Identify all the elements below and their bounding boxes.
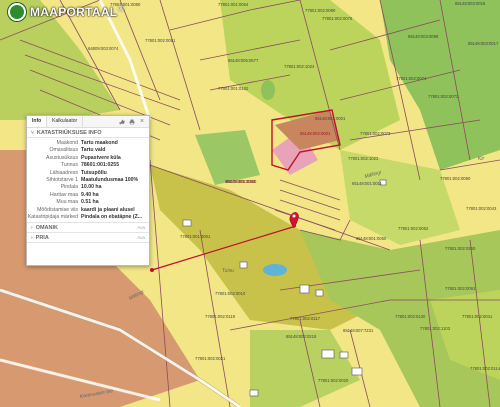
info-key: Haritav maa [50,191,78,198]
parcel-label: 77801:002:0090 [440,176,471,181]
parcel-label: 77801:001:0182 [218,86,249,91]
cadastral-info-panel: Info Kalkulaator × ˅ KATASTRIÜKSUSE INFO… [26,115,150,266]
info-value: Tartu vald [81,147,106,154]
parcel-label: 77801:002:0076 [322,16,353,21]
parcel-label: 77801:002:0021 [195,356,226,361]
info-value: Pupastvere küla [81,154,121,161]
close-icon[interactable]: × [139,118,145,125]
parcel-label: 77801:002:0074 [396,76,427,81]
parcel-label: 65148:007:7231 [343,328,374,333]
parcel-label: 65148:001:0050 [356,236,387,241]
info-key: Muu maa [56,199,78,206]
logo-globe-icon [8,3,26,21]
info-row: Muu maa 0.51 ha [27,199,149,206]
panel-tabs: Info Kalkulaator × [27,116,149,128]
parcel-label: 77801:002:0062 [398,226,429,231]
parcel-label: 77801:002:0091 [445,286,476,291]
parcel-label: 77801:002:0041 [462,314,493,319]
parcel-label: 64809:003:0074 [88,46,119,51]
like-icon[interactable] [119,119,125,125]
info-value: Pindala on ebatäpne (Z... [81,214,143,221]
panel-tools: × [119,118,149,125]
section-pria[interactable]: › PRIA Ava [27,233,149,244]
info-key: Lähiaadress [49,169,78,176]
section-title-owner: OMANIK [35,224,58,231]
parcel-label: 77801:002:0130 [395,314,426,319]
info-value: kaardi ja plaani alusel [81,206,135,213]
parcel-label: 65148:002:0218 [286,334,317,339]
info-value: Tuisupõllu [81,169,107,176]
print-icon[interactable] [129,119,135,125]
info-value: 78601:001:0255 [81,162,120,169]
section-title-pria: PRIA [35,234,49,241]
chevron-right-icon: › [31,234,33,241]
info-key: Maakond [56,140,78,146]
info-key: Tunnus [60,162,78,169]
info-key: Katastripidaja märked [27,214,78,221]
parcel-label: 77801:002:0010 [215,291,246,296]
chevron-right-icon: › [31,224,33,231]
info-row: Mõõdistamise viis kaardi ja plaani alusel [27,207,149,214]
section-title-cadastral: KATASTRIÜKSUSE INFO [36,129,102,136]
logo-registered-mark: ® [118,5,124,13]
logo-text: MAAPORTAAL [30,5,118,19]
section-owner[interactable]: › OMANIK Ava [27,222,149,234]
pond [263,264,287,276]
parcel-label: 77801:002:1023 [348,156,379,161]
parcel-label: 77801:002:0020 [318,378,349,383]
info-row: Asustusüksus Pupastvere küla [27,155,149,162]
parcel-label: 77801:002:0260 [445,246,476,251]
info-row: Tunnus 78601:001:0255 [27,162,149,169]
info-value: Maatulundusmaa 100% [81,177,139,184]
parcel-label: 77801:001:0064 [218,2,249,7]
info-key: Sihtotstarve 1 [46,177,78,184]
parcel-label: 77801:002:0114 [470,366,500,371]
owner-open-link[interactable]: Ava [137,225,145,230]
parcel-label: 77801:002:1024 [284,64,315,69]
pria-open-link[interactable]: Ava [137,235,145,240]
parcel-label: 77801:002:0090 [305,8,336,13]
parcel-label: 77801:002:1103 [420,326,451,331]
tab-kalkulaator[interactable]: Kalkulaator [47,116,84,127]
info-row: Sihtotstarve 1 Maatulundusmaa 100% [27,177,149,184]
info-key: Asustusüksus [45,154,78,161]
info-row: Lähiaadress Tuisupõllu [27,170,149,177]
parcel-label: 77801:001:0001 [180,234,211,239]
info-row: Katastripidaja märked Pindala on ebatäpne… [27,214,149,221]
parcel-label: 77801:002:0119 [205,314,236,319]
parcel-label: 65148:003:0016 [455,1,486,6]
road-label: Kir [478,156,484,162]
info-rows: Maakond Tartu maakond Omavalitsus Tartu va… [27,138,149,222]
section-cadastral-info[interactable]: ˅ KATASTRIÜKSUSE INFO [27,128,149,138]
info-row: Maakond Tartu maakond [27,140,149,147]
maaportaal-logo[interactable]: MAAPORTAAL ® [6,3,130,21]
info-value: 9.40 ha [81,191,99,198]
parcel-label: 77801:002:0117 [290,316,321,321]
parcel-label: 77801:002:0072 [428,94,459,99]
info-value: Tartu maakond [81,140,118,146]
parcel-label: 77801:002:0043 [466,206,497,211]
tab-info[interactable]: Info [27,116,48,127]
info-key: Omavalitsus [49,147,78,154]
parcel-label-highlighted: 65148:002:0001 [300,131,331,136]
parcel-label: 65148:001:0001 [315,116,346,121]
info-row: Pindala 10.00 ha [27,184,149,191]
parcel-label: 77801:002:0073 [360,131,391,136]
info-key: Mõõdistamise viis [37,206,78,213]
chevron-down-icon: ˅ [31,129,34,136]
parcel-label: 77801:002:0051 [145,38,176,43]
info-key: Pindala [60,184,78,191]
info-row: Haritav maa 9.40 ha [27,192,149,199]
info-value: 10.00 ha [81,184,102,191]
parcel-label: 65148:003:0017 [468,41,499,46]
parcel-label: 65148:006:0577 [228,58,259,63]
parcel-label: 65148:003:0098 [408,34,439,39]
road-label: Tuisu [222,268,234,274]
parcel-label: 65148:001:0011 [352,181,383,186]
info-value: 0.51 ha [81,199,99,206]
route-start-dot [150,268,154,272]
pond-2 [261,80,275,100]
parcel-label-highlighted: 65148:001:0260 [226,179,257,184]
info-row: Omavalitsus Tartu vald [27,147,149,154]
